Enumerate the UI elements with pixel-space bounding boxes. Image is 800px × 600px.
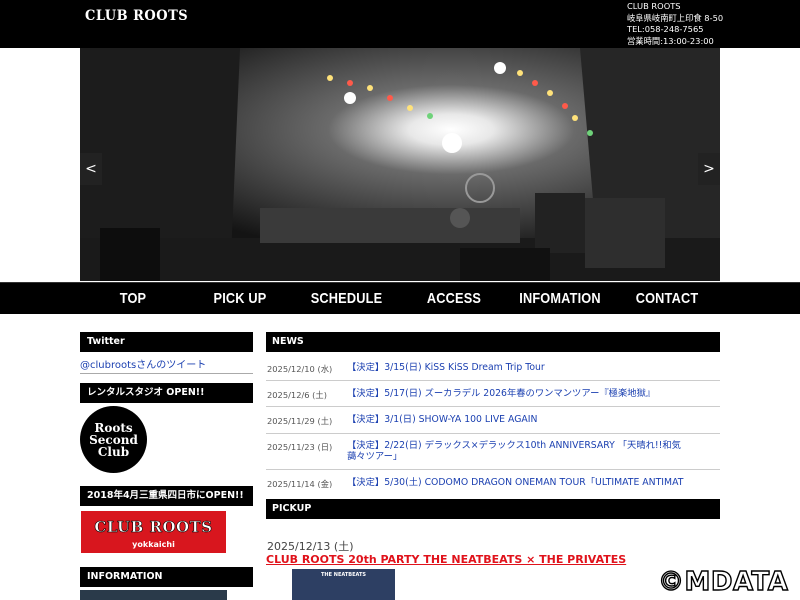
nav-access[interactable]: ACCESS <box>422 283 487 314</box>
news-heading: NEWS <box>266 332 720 352</box>
news-item[interactable]: 2025/12/6 (土) 【決定】5/17(日) ズーカラデル 2026年春の… <box>266 381 720 407</box>
news-item[interactable]: 2025/11/14 (金) 【決定】5/30(土) CODOMO DRAGON… <box>266 470 720 488</box>
pickup-heading: PICKUP <box>266 499 720 519</box>
yokkaichi-heading: 2018年4月三重県四日市にOPEN!! <box>80 486 253 506</box>
news-title[interactable]: 【決定】5/30(土) CODOMO DRAGON ONEMAN TOUR「UL… <box>347 477 687 488</box>
news-title[interactable]: 【決定】2/22(日) デラックス×デラックス10th ANNIVERSARY … <box>347 440 687 462</box>
site-logo[interactable]: CLUB ROOTS <box>85 9 188 25</box>
roots-second-club-logo[interactable]: Roots Second Club <box>80 406 147 473</box>
slider-prev-arrow[interactable]: < <box>80 153 102 185</box>
shop-address: 岐阜県岐南町上印食 8-50 <box>627 12 724 23</box>
information-heading: INFORMATION <box>80 567 253 587</box>
badge-line-1: Roots <box>94 420 133 435</box>
nav-pickup[interactable]: PICK UP <box>206 283 274 314</box>
pickup-image-caption: THE NEATBEATS <box>321 572 366 578</box>
news-item[interactable]: 2025/11/23 (日) 【決定】2/22(日) デラックス×デラックス10… <box>266 434 720 470</box>
twitter-heading: Twitter <box>80 332 253 352</box>
information-image[interactable] <box>80 590 227 600</box>
shop-info: CLUB ROOTS 岐阜県岐南町上印食 8-50 TEL:058-248-75… <box>627 1 797 47</box>
header-bar: CLUB ROOTS CLUB ROOTS 岐阜県岐南町上印食 8-50 TEL… <box>0 0 800 48</box>
news-date: 2025/11/14 (金) <box>267 479 333 488</box>
news-item[interactable]: 2025/12/10 (水) 【決定】3/15(日) KiSS KiSS Dre… <box>266 355 720 381</box>
pickup-image[interactable]: THE NEATBEATS <box>292 569 395 600</box>
hero-slider-image <box>80 48 720 281</box>
nav-schedule[interactable]: SCHEDULE <box>307 283 386 314</box>
news-title[interactable]: 【決定】5/17(日) ズーカラデル 2026年春のワンマンツアー『極楽地獄』 <box>347 388 687 399</box>
twitter-link[interactable]: @clubrootsさんのツイート <box>80 356 253 374</box>
banner-title: CLUB ROOTS <box>94 518 213 537</box>
shop-hours: 営業時間:13:00-23:00 <box>627 35 714 46</box>
news-date: 2025/12/10 (水) <box>267 364 333 374</box>
badge-line-2: Second <box>89 432 138 447</box>
news-list: 2025/12/10 (水) 【決定】3/15(日) KiSS KiSS Dre… <box>266 355 720 488</box>
pickup-title-link[interactable]: CLUB ROOTS 20th PARTY THE NEATBEATS × TH… <box>266 553 626 566</box>
news-date: 2025/11/23 (日) <box>267 442 333 452</box>
shop-phone: TEL:058-248-7565 <box>627 24 704 34</box>
nav-contact[interactable]: CONTACT <box>634 283 700 314</box>
yokkaichi-banner[interactable]: CLUB ROOTS yokkaichi <box>80 510 227 554</box>
news-date: 2025/11/29 (土) <box>267 416 333 426</box>
nav-top[interactable]: TOP <box>106 283 160 314</box>
shop-name: CLUB ROOTS <box>627 1 681 11</box>
main-nav: TOP PICK UP SCHEDULE ACCESS INFOMATION C… <box>0 282 800 314</box>
news-date: 2025/12/6 (土) <box>267 390 327 400</box>
badge-line-3: Club <box>97 444 130 459</box>
news-title[interactable]: 【決定】3/15(日) KiSS KiSS Dream Trip Tour <box>347 362 687 373</box>
news-item[interactable]: 2025/11/29 (土) 【決定】3/1(日) SHOW-YA 100 LI… <box>266 407 720 434</box>
pickup-date: 2025/12/13 (土) <box>267 540 354 553</box>
nav-infomation[interactable]: INFOMATION <box>515 283 605 314</box>
banner-subtitle: yokkaichi <box>132 540 175 549</box>
watermark: ©MDATA <box>657 566 789 597</box>
slider-next-arrow[interactable]: > <box>698 153 720 185</box>
rental-studio-heading: レンタルスタジオ OPEN!! <box>80 383 253 403</box>
stage-photo <box>80 48 720 281</box>
news-title[interactable]: 【決定】3/1(日) SHOW-YA 100 LIVE AGAIN <box>347 414 687 425</box>
